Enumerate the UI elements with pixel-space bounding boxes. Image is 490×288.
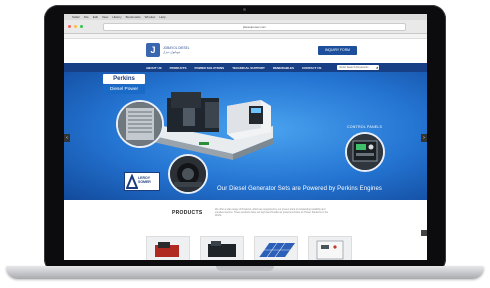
logo-subtitle: جوبايول ديزل — [163, 50, 181, 54]
laptop-base-notch — [216, 266, 274, 271]
leroy-somer-text: LEROY SOMER — [138, 176, 151, 184]
hero-tagline: Our Diesel Generator Sets are Powered by… — [217, 186, 383, 192]
alternator-closeup-image — [168, 154, 208, 194]
scroll-to-top-button[interactable] — [421, 230, 427, 236]
perkins-brand: Perkins — [103, 74, 145, 84]
inquiry-form-button[interactable]: INQUIRY FORM — [318, 46, 357, 55]
screen: Safari File Edit View History Bookmarks … — [64, 14, 427, 260]
main-nav: ABOUT US PRODUCTS POWER SOLUTIONS TECHNI… — [64, 63, 427, 72]
control-panel-closeup-image — [345, 132, 385, 172]
perkins-subtitle: Diesel Power — [103, 85, 145, 94]
nav-item-renewables[interactable]: RENEWABLES — [273, 66, 294, 70]
leroy-somer-logo: LEROY SOMER — [124, 172, 160, 191]
menubar-item-view[interactable]: View — [102, 15, 108, 19]
hero-banner: Perkins Diesel Power CONTROL PANELS LERO… — [64, 72, 427, 200]
menubar-item-edit[interactable]: Edit — [93, 15, 98, 19]
nav-item-contact-us[interactable]: CONTACT US — [302, 66, 321, 70]
search-input[interactable]: Enter Search Keywords ⌕ — [337, 65, 380, 70]
perkins-logo: Perkins Diesel Power — [103, 74, 145, 95]
menubar-item-history[interactable]: History — [112, 15, 121, 19]
leroy-somer-mark-icon — [126, 174, 138, 189]
address-bar[interactable]: jdieselpower.com — [103, 22, 406, 31]
generator-set-image — [153, 92, 273, 160]
menubar-item-app[interactable]: Safari — [72, 15, 80, 19]
camera-icon — [243, 8, 246, 11]
nav-item-power-solutions[interactable]: POWER SOLUTIONS — [195, 66, 225, 70]
logo-mark-icon: J — [146, 43, 160, 57]
product-thumb-solar-panels[interactable] — [254, 236, 298, 260]
close-window-icon[interactable] — [68, 25, 71, 28]
control-panels-label: CONTROL PANELS — [347, 125, 383, 129]
products-heading: PRODUCTS — [172, 210, 203, 216]
search-icon[interactable]: ⌕ — [376, 65, 378, 70]
products-section: PRODUCTS We offer a wide range of Produc… — [64, 200, 427, 260]
nav-item-technical-support[interactable]: TECHNICAL SUPPORT — [232, 66, 265, 70]
menubar-item-window[interactable]: Window — [145, 15, 156, 19]
radiator-closeup-image — [116, 100, 164, 148]
nav-item-about-us[interactable]: ABOUT US — [146, 66, 162, 70]
slider-next-arrow[interactable]: › — [421, 134, 427, 142]
site-logo[interactable]: J JOBAYOL DIESEL جوبايول ديزل — [146, 43, 190, 57]
product-thumb-generator-red[interactable] — [146, 236, 190, 260]
laptop-mockup: Safari File Edit View History Bookmarks … — [0, 0, 490, 288]
product-thumb-generator-black[interactable] — [200, 236, 244, 260]
menubar-item-file[interactable]: File — [84, 15, 89, 19]
products-description: We offer a wide range of Products, which… — [215, 208, 329, 218]
browser-toolbar: jdieselpower.com — [64, 20, 427, 34]
site-header: J JOBAYOL DIESEL جوبايول ديزل INQUIRY FO… — [64, 39, 427, 63]
slider-prev-arrow[interactable]: ‹ — [64, 134, 70, 142]
minimize-window-icon[interactable] — [74, 25, 77, 28]
nav-item-products[interactable]: PRODUCTS — [170, 66, 187, 70]
product-thumb-control-cabinet[interactable] — [308, 236, 352, 260]
zoom-window-icon[interactable] — [80, 25, 83, 28]
menubar-item-help[interactable]: Help — [159, 15, 165, 19]
product-thumbnails — [146, 236, 352, 260]
menubar-item-bookmarks[interactable]: Bookmarks — [126, 15, 141, 19]
search-placeholder: Enter Search Keywords — [339, 66, 369, 69]
